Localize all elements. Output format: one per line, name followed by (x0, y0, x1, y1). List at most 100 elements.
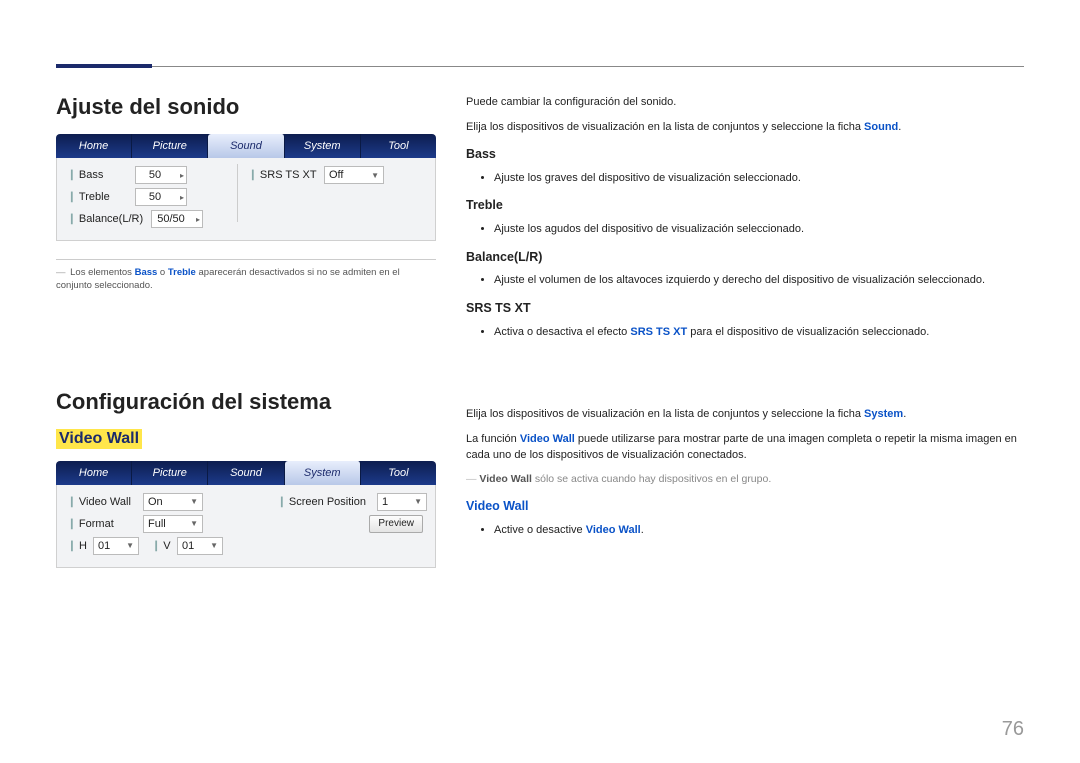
note-line: ― Video Wall sólo se activa cuando hay d… (466, 472, 1024, 488)
text: . (903, 408, 906, 420)
chevron-down-icon: ▼ (126, 541, 134, 550)
panel-divider (237, 164, 238, 222)
chevron-down-icon: ▼ (371, 171, 379, 180)
label-v: V (151, 540, 171, 552)
bullet-srs: Activa o desactiva el efecto SRS TS XT p… (494, 324, 1024, 341)
dropdown-screen-position[interactable]: 1▼ (377, 493, 427, 511)
tab-sound[interactable]: Sound (208, 134, 284, 158)
chevron-right-icon: ▸ (180, 193, 184, 202)
chevron-right-icon: ▸ (196, 215, 200, 224)
dropdown-format[interactable]: Full ▼ (143, 515, 203, 533)
tabbar-system: Home Picture Sound System Tool (56, 461, 436, 485)
text: . (641, 524, 644, 536)
intro-text: Elija los dispositivos de visualización … (466, 406, 1024, 423)
tab-home[interactable]: Home (56, 461, 132, 485)
text: Active o desactive (494, 524, 586, 536)
chevron-right-icon: ▸ (180, 171, 184, 180)
intro-text: La función Video Wall puede utilizarse p… (466, 431, 1024, 464)
kw-video-wall: Video Wall (520, 433, 575, 445)
header-rule-accent (56, 64, 152, 68)
kw-srs: SRS TS XT (630, 326, 687, 338)
spinner-balance[interactable]: 50/50 ▸ (151, 210, 203, 228)
chevron-down-icon: ▼ (414, 497, 422, 506)
value-srs: Off (329, 169, 343, 181)
text: . (898, 121, 901, 133)
bullet-video-wall: Active o desactive Video Wall. (494, 522, 1024, 539)
footnote-text: Los elementos (70, 267, 134, 278)
kw-video-wall: Video Wall (586, 524, 641, 536)
heading-treble: Treble (466, 196, 1024, 215)
dropdown-srs[interactable]: Off ▼ (324, 166, 384, 184)
heading-video-wall: Video Wall (466, 497, 1024, 516)
value-treble: 50 (149, 191, 161, 203)
tab-system[interactable]: System (285, 134, 361, 158)
value-balance: 50/50 (157, 213, 185, 225)
chevron-down-icon: ▼ (190, 519, 198, 528)
text: Elija los dispositivos de visualización … (466, 121, 864, 133)
intro-text: Puede cambiar la configuración del sonid… (466, 94, 1024, 111)
label-srs: SRS TS XT (248, 169, 318, 181)
chevron-down-icon: ▼ (210, 541, 218, 550)
tab-tool[interactable]: Tool (361, 134, 436, 158)
text: para el dispositivo de visualización sel… (687, 326, 929, 338)
heading-balance: Balance(L/R) (466, 248, 1024, 267)
page-number: 76 (1002, 718, 1024, 741)
note-text: sólo se activa cuando hay dispositivos e… (532, 473, 771, 485)
value-h: 01 (98, 540, 110, 552)
label-screen-position: Screen Position (277, 496, 371, 508)
bullet-balance: Ajuste el volumen de los altavoces izqui… (494, 272, 1024, 289)
intro-text: Elija los dispositivos de visualización … (466, 119, 1024, 136)
heading-srs: SRS TS XT (466, 299, 1024, 318)
chevron-down-icon: ▼ (190, 497, 198, 506)
preview-button[interactable]: Preview (369, 515, 423, 533)
panel-system: Video Wall On▼ Format Full▼ H 01▼ V 01▼ … (56, 485, 436, 568)
tab-home[interactable]: Home (56, 134, 132, 158)
dropdown-v[interactable]: 01 ▼ (177, 537, 223, 555)
value-format: Full (148, 518, 166, 530)
text: Activa o desactiva el efecto (494, 326, 630, 338)
tab-picture[interactable]: Picture (132, 134, 208, 158)
section-title-system: Configuración del sistema (56, 389, 436, 415)
value-bass: 50 (149, 169, 161, 181)
spinner-treble[interactable]: 50 ▸ (135, 188, 187, 206)
footnote-kw-bass: Bass (135, 267, 158, 278)
dropdown-video-wall[interactable]: On ▼ (143, 493, 203, 511)
kw-sound: Sound (864, 121, 898, 133)
note-kw: Video Wall (479, 473, 532, 485)
text: Elija los dispositivos de visualización … (466, 408, 864, 420)
footnote-text: o (157, 267, 168, 278)
text: La función (466, 433, 520, 445)
dropdown-h[interactable]: 01 ▼ (93, 537, 139, 555)
bullet-bass: Ajuste los graves del dispositivo de vis… (494, 170, 1024, 187)
subheading-video-wall: Video Wall (56, 429, 142, 449)
footnote-kw-treble: Treble (168, 267, 196, 278)
spinner-bass[interactable]: 50 ▸ (135, 166, 187, 184)
bullet-treble: Ajuste los agudos del dispositivo de vis… (494, 221, 1024, 238)
label-h: H (67, 540, 87, 552)
page-content: Ajuste del sonido Home Picture Sound Sys… (56, 94, 1024, 723)
dash-icon: ― (466, 473, 477, 485)
tab-tool[interactable]: Tool (361, 461, 436, 485)
heading-bass: Bass (466, 145, 1024, 164)
label-treble: Treble (67, 191, 129, 203)
section-title-sound: Ajuste del sonido (56, 94, 436, 120)
panel-sound: Bass 50▸ Treble 50▸ Balance(L/R) 50/50▸ … (56, 158, 436, 241)
dash-icon: ― (56, 267, 66, 278)
label-format: Format (67, 518, 137, 530)
right-column: Puede cambiar la configuración del sonid… (466, 94, 1024, 723)
tab-picture[interactable]: Picture (132, 461, 208, 485)
left-column: Ajuste del sonido Home Picture Sound Sys… (56, 94, 436, 723)
tabbar-sound: Home Picture Sound System Tool (56, 134, 436, 158)
footnote-rule (56, 259, 436, 260)
kw-system: System (864, 408, 903, 420)
label-balance: Balance(L/R) (67, 213, 145, 225)
label-bass: Bass (67, 169, 129, 181)
value-v: 01 (182, 540, 194, 552)
tab-system[interactable]: System (285, 461, 361, 485)
value-video-wall: On (148, 496, 163, 508)
footnote-sound: ― Los elementos Bass o Treble aparecerán… (56, 266, 436, 293)
header-rule (56, 66, 1024, 67)
tab-sound[interactable]: Sound (208, 461, 284, 485)
value-screen-position: 1 (382, 496, 388, 508)
label-video-wall: Video Wall (67, 496, 137, 508)
